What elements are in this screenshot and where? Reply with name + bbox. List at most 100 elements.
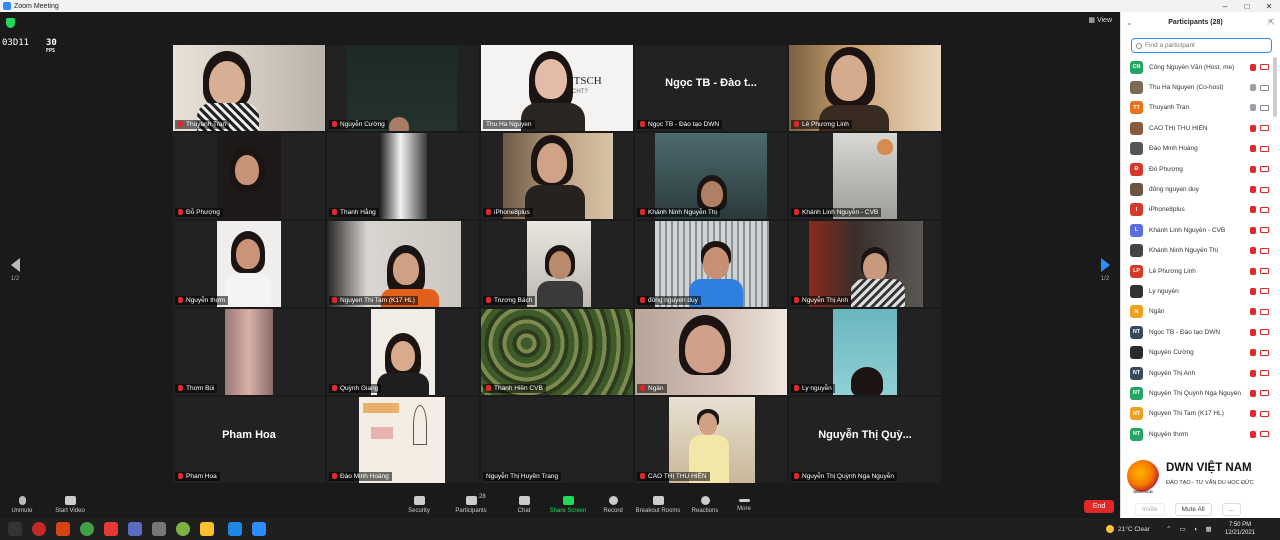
participant-row[interactable]: NT Nguyễn Thị Quỳnh Nga Nguyễn (1121, 383, 1271, 403)
mic-muted-icon[interactable] (1250, 267, 1256, 275)
mic-muted-icon[interactable] (1250, 369, 1256, 377)
mic-muted-icon[interactable] (1250, 63, 1256, 71)
camera-off-icon[interactable] (1260, 308, 1269, 315)
encryption-shield-icon[interactable] (6, 18, 15, 28)
camera-off-icon[interactable] (1260, 431, 1269, 438)
participant-row[interactable]: LP Lê Phương Linh (1121, 261, 1271, 281)
video-tile[interactable]: đông nguyen duy (635, 221, 787, 307)
minimize-button[interactable]: – (1214, 2, 1236, 11)
invite-button[interactable]: Invite (1135, 502, 1165, 516)
name-tile[interactable]: Pham Hoa Pham Hoa (173, 397, 325, 483)
name-tile[interactable]: Ngọc TB - Đào t... Ngọc TB - Đào tạo DWN (635, 45, 787, 131)
video-tile[interactable]: Nguyen Thi Tam (K17 HL) (327, 221, 479, 307)
participant-row[interactable]: Ly nguyễn (1121, 281, 1271, 301)
network-icon[interactable]: ▭ (1179, 525, 1185, 533)
video-tile[interactable]: CAO THỊ THU HIỀN (635, 397, 787, 483)
camera-off-icon[interactable] (1260, 390, 1269, 397)
camera-off-icon[interactable] (1260, 186, 1269, 193)
participant-row[interactable]: Nguyễn Cường (1121, 342, 1271, 362)
mic-muted-icon[interactable] (1250, 124, 1256, 132)
video-tile[interactable]: Nguyễn Thị Anh (789, 221, 941, 307)
mic-muted-icon[interactable] (1250, 410, 1256, 418)
video-tile[interactable]: Nguyễn Cường (327, 45, 479, 131)
taskbar-clock[interactable]: 7:50 PM 12/21/2021 (1218, 521, 1262, 537)
chrome-icon[interactable] (80, 522, 94, 536)
participant-row[interactable]: NT Nguyễn thơm (1121, 424, 1271, 444)
mic-muted-icon[interactable] (1250, 349, 1256, 357)
mic-icon[interactable] (1250, 84, 1256, 92)
camera-off-icon[interactable] (1260, 288, 1269, 295)
more-button[interactable]: More (714, 494, 774, 512)
security-button[interactable]: Security (389, 494, 449, 514)
video-tile[interactable]: Ly nguyễn (789, 309, 941, 395)
participant-search[interactable] (1131, 38, 1272, 53)
next-page-button[interactable]: 1/2 (1096, 258, 1114, 282)
video-tile[interactable]: DEUTSCH 4 NICHT? Thu Ha Nguyen (481, 45, 633, 131)
participant-row[interactable]: IiPhone8plus (1121, 200, 1271, 220)
camera-off-icon[interactable] (1260, 247, 1269, 254)
panel-more-button[interactable]: ... (1221, 502, 1242, 516)
mic-muted-icon[interactable] (1250, 226, 1256, 234)
chevron-down-icon[interactable]: ⌄ (1126, 18, 1136, 27)
name-tile[interactable]: Nguyễn Thị Quỳ... Nguyễn Thị Quỳnh Nga N… (789, 397, 941, 483)
chevron-left-icon[interactable] (10, 258, 20, 272)
participant-row[interactable]: N Ngân (1121, 302, 1271, 322)
mic-muted-icon[interactable] (1250, 145, 1256, 153)
participant-row[interactable]: Khánh Ninh Nguyễn Thị (1121, 241, 1271, 261)
mic-muted-icon[interactable] (1250, 247, 1256, 255)
mute-all-button[interactable]: Mute All (1174, 502, 1212, 516)
file-explorer-icon[interactable] (200, 522, 214, 536)
weather-widget[interactable]: 21°C Clear (1106, 518, 1150, 540)
mic-muted-icon[interactable] (1250, 186, 1256, 194)
opera-icon[interactable] (32, 522, 46, 536)
windows-start-icon[interactable] (8, 522, 22, 536)
mic-muted-icon[interactable] (1250, 430, 1256, 438)
start-video-button[interactable]: Start Video (40, 494, 100, 514)
popout-icon[interactable]: ⇱ (1255, 18, 1275, 27)
mic-muted-icon[interactable] (1250, 308, 1256, 316)
zoom-taskbar-icon[interactable] (252, 522, 266, 536)
video-tile[interactable]: Trương Bách (481, 221, 633, 307)
camera-off-icon[interactable] (1260, 227, 1269, 234)
volume-icon[interactable]: ◖ (1194, 526, 1198, 533)
camera-off-icon[interactable] (1260, 125, 1269, 132)
camera-off-icon[interactable] (1260, 410, 1269, 417)
prev-page-button[interactable]: 1/2 (6, 258, 24, 282)
search-input[interactable] (1145, 42, 1265, 49)
participant-row[interactable]: NT Nguyễn Thị Anh (1121, 363, 1271, 383)
video-tile[interactable]: Khánh Linh Nguyễn - CVB (789, 133, 941, 219)
app-icon[interactable] (228, 522, 242, 536)
video-tile[interactable]: Thanh Hằng (327, 133, 479, 219)
video-tile[interactable]: iPhone8plus (481, 133, 633, 219)
camera-off-icon[interactable] (1260, 145, 1269, 152)
video-tile[interactable]: Ngân (635, 309, 787, 395)
mic-muted-icon[interactable] (1250, 206, 1256, 214)
keyboard-icon[interactable]: ▦ (1206, 525, 1212, 533)
camera-off-icon[interactable] (1260, 268, 1269, 275)
video-tile[interactable]: Thanh Hiền CVB (481, 309, 633, 395)
video-tile[interactable]: Nguyễn thơm (173, 221, 325, 307)
camera-off-icon[interactable] (1260, 166, 1269, 173)
tray-arrow-icon[interactable]: ⌃ (1166, 525, 1171, 533)
view-button[interactable]: ▦ View (1088, 16, 1112, 24)
panel-scrollbar[interactable] (1273, 57, 1277, 117)
participant-row[interactable]: CAO THỊ THU HIỀN (1121, 118, 1271, 138)
participant-row[interactable]: Đào Minh Hoàng (1121, 139, 1271, 159)
app-icon[interactable] (104, 522, 118, 536)
mic-muted-icon[interactable] (1250, 328, 1256, 336)
mic-muted-icon[interactable] (1250, 165, 1256, 173)
camera-off-icon[interactable] (1260, 329, 1269, 336)
video-tile[interactable]: Đỗ Phượng (173, 133, 325, 219)
video-tile[interactable]: Đào Minh Hoàng (327, 397, 479, 483)
participant-row[interactable]: L Khánh Linh Nguyễn - CVB (1121, 220, 1271, 240)
app-icon[interactable] (128, 522, 142, 536)
close-button[interactable]: ✕ (1258, 2, 1280, 11)
mic-muted-icon[interactable] (1250, 389, 1256, 397)
video-tile[interactable]: Lê Phương Linh (789, 45, 941, 131)
camera-off-icon[interactable] (1260, 349, 1269, 356)
mic-muted-icon[interactable] (1250, 287, 1256, 295)
video-tile[interactable]: Thuyanh Tran (173, 45, 325, 131)
participant-row[interactable]: NT Nguyen Thi Tam (K17 HL) (1121, 404, 1271, 424)
video-tile[interactable]: Khánh Ninh Nguyễn Thị (635, 133, 787, 219)
app-icon[interactable] (56, 522, 70, 536)
